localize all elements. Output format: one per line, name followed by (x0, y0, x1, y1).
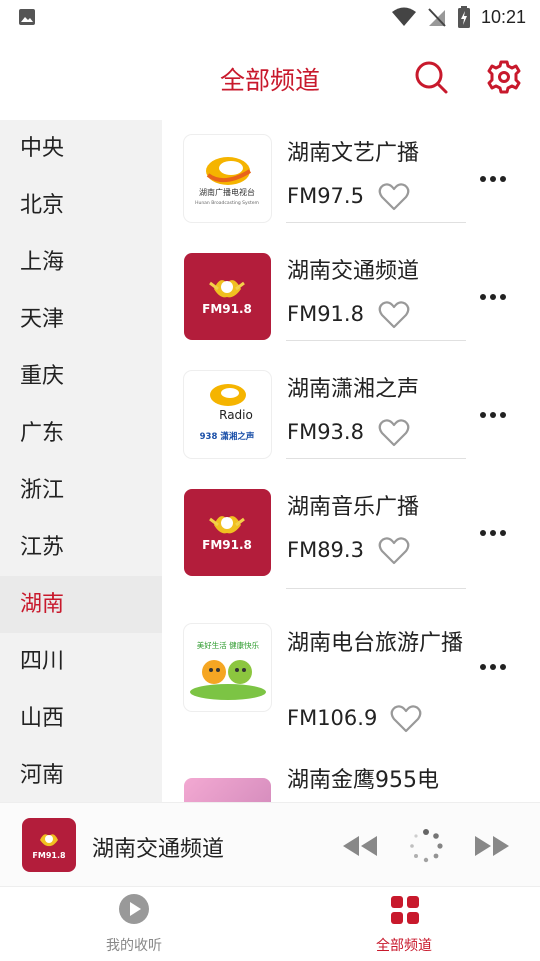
logo-text: FM91.8 (202, 302, 252, 316)
sidebar-item-shanxi[interactable]: 山西 (0, 690, 162, 747)
logo-text: Radio (219, 408, 253, 422)
logo-text: 湖南广播电视台 (199, 187, 255, 197)
top-bar: 全部频道 (0, 36, 540, 120)
battery-charging-icon (457, 6, 470, 28)
station-logo: FM91.8 (184, 253, 271, 340)
station-frequency: FM89.3 (287, 538, 364, 562)
more-options-icon[interactable] (478, 410, 508, 420)
tab-all-channels[interactable]: 全部频道 (304, 887, 504, 961)
more-options-icon[interactable] (478, 174, 508, 184)
image-notification-icon (19, 9, 35, 25)
favorite-heart-icon[interactable] (378, 418, 410, 448)
row-divider (286, 340, 466, 341)
row-divider (286, 458, 466, 459)
bottom-navigation: 我的收听 全部频道 (0, 886, 540, 961)
station-frequency: FM91.8 (287, 302, 364, 326)
sidebar-item-zhejiang[interactable]: 浙江 (0, 462, 162, 519)
region-sidebar: 中央 北京 上海 天津 重庆 广东 浙江 江苏 湖南 四川 山西 河南 (0, 120, 162, 802)
logo-text: 美好生活 健康快乐 (197, 640, 260, 650)
station-logo: 湖南广播电视台 Hunan Broadcasting System (184, 135, 271, 222)
favorite-heart-icon[interactable] (390, 704, 422, 734)
row-divider (286, 588, 466, 589)
station-name: 湖南文艺广播 (287, 141, 420, 166)
sidebar-item-zhongyang[interactable]: 中央 (0, 120, 162, 177)
sidebar-item-henan[interactable]: 河南 (0, 747, 162, 802)
page-title: 全部频道 (219, 66, 320, 95)
station-name: 湖南交通频道 (287, 259, 420, 284)
sidebar-item-sichuan[interactable]: 四川 (0, 633, 162, 690)
status-bar: 10:21 (0, 0, 540, 36)
logo-text: FM91.8 (202, 538, 252, 552)
now-playing-logo: FM91.8 (22, 818, 76, 872)
sidebar-item-chongqing[interactable]: 重庆 (0, 348, 162, 405)
rewind-button[interactable] (340, 833, 380, 859)
logo-subtext: Hunan Broadcasting System (195, 200, 259, 206)
station-logo: 美好生活 健康快乐 (184, 624, 271, 711)
station-logo: FM91.8 (184, 489, 271, 576)
search-icon (415, 61, 448, 94)
tab-label: 全部频道 (376, 938, 432, 954)
favorite-heart-icon[interactable] (378, 536, 410, 566)
favorite-heart-icon[interactable] (378, 182, 410, 212)
status-time: 10:21 (480, 6, 526, 27)
station-list: 湖南广播电视台 Hunan Broadcasting System 湖南文艺广播… (162, 120, 540, 802)
sidebar-item-tianjin[interactable]: 天津 (0, 291, 162, 348)
station-frequency: FM97.5 (287, 184, 364, 208)
station-name: 湖南电台旅游广播 (287, 631, 464, 656)
more-options-icon[interactable] (478, 662, 508, 672)
station-name: 湖南潇湘之声 (287, 377, 420, 402)
logo-text: FM91.8 (32, 851, 66, 860)
now-playing-title: 湖南交通频道 (92, 837, 225, 862)
sidebar-item-hunan[interactable]: 湖南 (0, 576, 162, 633)
station-logo (184, 778, 271, 802)
tab-label: 我的收听 (106, 938, 162, 954)
more-options-icon[interactable] (478, 292, 508, 302)
sidebar-item-guangdong[interactable]: 广东 (0, 405, 162, 462)
no-signal-icon (428, 8, 446, 27)
logo-subtext: 938 潇湘之声 (200, 431, 255, 442)
sidebar-item-shanghai[interactable]: 上海 (0, 234, 162, 291)
settings-button[interactable] (484, 56, 524, 98)
play-circle-icon (119, 894, 149, 924)
fast-forward-button[interactable] (472, 833, 512, 859)
gear-icon (487, 60, 521, 94)
station-name: 湖南金鹰955电 (287, 768, 439, 793)
station-name: 湖南音乐广播 (287, 495, 420, 520)
station-frequency: FM93.8 (287, 420, 364, 444)
grid-icon (391, 896, 419, 924)
search-button[interactable] (412, 56, 452, 98)
wifi-icon (391, 7, 416, 26)
station-logo: Radio 938 潇湘之声 (184, 371, 271, 458)
sidebar-item-jiangsu[interactable]: 江苏 (0, 519, 162, 576)
mini-player[interactable]: FM91.8 湖南交通频道 (0, 802, 540, 887)
station-frequency: FM106.9 (287, 706, 378, 730)
tab-my-listening[interactable]: 我的收听 (34, 887, 234, 961)
loading-spinner-icon (410, 829, 443, 863)
more-options-icon[interactable] (478, 528, 508, 538)
row-divider (286, 222, 466, 223)
favorite-heart-icon[interactable] (378, 300, 410, 330)
sidebar-item-beijing[interactable]: 北京 (0, 177, 162, 234)
